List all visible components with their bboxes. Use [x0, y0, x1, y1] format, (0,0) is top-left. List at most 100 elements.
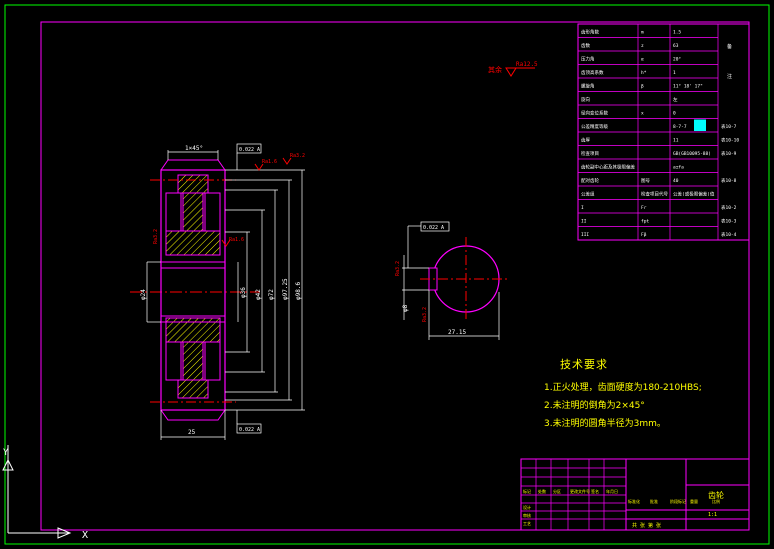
dim-key-width: φ8 [402, 304, 409, 312]
rough-general-label: Ra12.5 [516, 61, 538, 68]
tol-radial: 0.022 A [239, 147, 260, 153]
params-cell: a±fa [673, 165, 684, 171]
tech-requirement-item: 1.正火处理，齿面硬度为180-210HBS; [544, 383, 702, 393]
params-cell: β [641, 84, 644, 90]
params-cell: 旋向 [581, 96, 590, 103]
params-cell: h* [641, 70, 647, 76]
ucs-icon: Y X [2, 445, 88, 541]
dim-bore: φ24 [140, 289, 147, 300]
tol-face: 0.022 A [239, 427, 260, 433]
sheet-count: 共 张 第 张 [632, 522, 661, 529]
title-block-row-label: 工艺 [523, 521, 531, 526]
params-cell: II [581, 219, 587, 225]
params-cell: 配对齿轮 [581, 177, 599, 184]
hatch-bottom-web [182, 341, 204, 381]
keyway-view: 0.022 A φ8 Ra3.2 Ra3.2 27.15 [395, 221, 510, 340]
rough-1: Ra1.6 [262, 159, 277, 165]
title-block-col-label: 标准化 [628, 498, 640, 504]
rough-2: Ra3.2 [290, 153, 305, 159]
params-cell: 公差组 [581, 191, 595, 198]
params-cell: 左 [673, 96, 678, 103]
params-cell: 表10-10 [721, 137, 739, 144]
params-cell: 公差(或极限偏差)值 [673, 191, 715, 198]
gear-parameters-table: 齿形角数 m 1.5 齿数 z 63 压力角 α 20° 齿顶高系数 h* 1 螺旋角 β 11° 18' … [577, 23, 750, 241]
params-cell: GB(GB10095-88) [673, 151, 711, 157]
params-cell: 表10-3 [721, 218, 737, 225]
params-cell: III [581, 232, 589, 238]
params-cell: Fβ [641, 232, 647, 238]
params-cell: 40 [673, 178, 679, 184]
params-cell: 径向变位系数 [581, 110, 608, 117]
title-block-col-label: 比例 [712, 498, 720, 504]
params-cell: fpt [641, 219, 649, 225]
tech-requirements-title: 技术要求 [560, 358, 608, 371]
params-cell: 齿形角数 [581, 29, 599, 36]
params-cell: 齿轮副中心距及其极限偏差 [581, 164, 635, 171]
params-cell: 63 [673, 43, 679, 49]
cad-drawing-canvas[interactable]: 齿形角数 m 1.5 齿数 z 63 压力角 α 20° 齿顶高系数 h* 1 螺旋角 β 11° 18' … [0, 0, 774, 549]
params-cell: 压力角 [581, 56, 595, 63]
params-side-label: 注 [727, 73, 732, 80]
params-cell: x [641, 112, 644, 117]
title-block-col-label: 重量 [690, 498, 698, 504]
params-cell: 表10-7 [721, 123, 737, 130]
dim-diam-a: φ36 [240, 287, 247, 298]
params-cell: m [641, 31, 644, 36]
title-block-row-label: 设计 [523, 504, 531, 510]
params-cell: 20° [673, 57, 681, 63]
params-cell: 齿厚 [581, 138, 590, 144]
hatch-bottom-rim [177, 379, 209, 399]
hatch-top-web [182, 192, 204, 232]
general-roughness-note: 其余 Ra12.5 [488, 61, 538, 77]
title-block-label: 分区 [553, 488, 561, 494]
params-cell: z [641, 44, 644, 49]
title-block-col-label: 阶段标记 [670, 498, 686, 504]
dim-key-depth: 27.15 [448, 329, 466, 336]
svg-text:X: X [82, 530, 88, 541]
dim-diam-d: φ97.25 [282, 278, 289, 300]
title-block-label: 标记 [523, 488, 531, 494]
svg-text:Y: Y [3, 448, 9, 458]
params-cell: 11 [673, 138, 679, 144]
params-cell: 表10-4 [721, 231, 737, 238]
outer-border [4, 4, 770, 545]
rough-key-2: Ra3.2 [422, 307, 428, 322]
dim-diam-c: φ72 [268, 289, 275, 300]
rough-general-prefix: 其余 [488, 65, 502, 74]
params-cell: 0 [673, 111, 676, 117]
params-cell: α [641, 58, 644, 63]
tol-key: 0.022 A [423, 225, 444, 231]
rough-key: Ra3.2 [395, 261, 401, 276]
rough-4: Ra3.2 [153, 229, 159, 244]
title-block-label: 更改文件号 [570, 488, 590, 494]
params-cell: 螺旋角 [581, 83, 595, 90]
highlighted-cell [694, 119, 706, 131]
title-block-label: 年月日 [606, 488, 618, 494]
tech-requirement-item: 2.未注明的倒角为2×45° [544, 401, 645, 411]
params-cell: 8-7-7 [673, 124, 687, 130]
title-block-col-label: 批准 [650, 498, 658, 504]
hatch-top-rim [177, 174, 209, 194]
params-cell: 1 [673, 70, 676, 76]
params-cell: 表10-8 [721, 177, 737, 184]
params-cell: I [581, 205, 584, 211]
title-block-label: 处数 [538, 488, 546, 494]
params-cell: 检查项目代号 [641, 191, 668, 198]
params-side-label: 备 [727, 43, 732, 50]
params-cell: 齿数 [581, 42, 590, 49]
params-cell: 1.5 [673, 30, 681, 36]
params-cell: 检查项目 [581, 150, 599, 157]
params-cell: 图号 [641, 178, 650, 184]
params-cell: Fr [641, 205, 647, 211]
rough-3: Ra1.6 [229, 237, 244, 243]
hatch-top-hub [165, 230, 221, 256]
dim-width: 25 [188, 429, 196, 436]
title-block-label: 签名 [591, 488, 599, 494]
dim-chamfer: 1×45° [185, 145, 203, 152]
params-cell: 表10-2 [721, 204, 737, 211]
gear-section-view: φ98.6 φ97.25 φ72 φ42 φ36 φ24 25 1×45° 0.… [130, 143, 305, 440]
params-cell: 齿顶高系数 [581, 69, 604, 76]
params-cell: 11° 18' 17" [673, 84, 703, 90]
tech-requirement-item: 3.未注明的圆角半径为3mm。 [544, 419, 666, 429]
params-cell: 公差精度等级 [581, 123, 608, 130]
